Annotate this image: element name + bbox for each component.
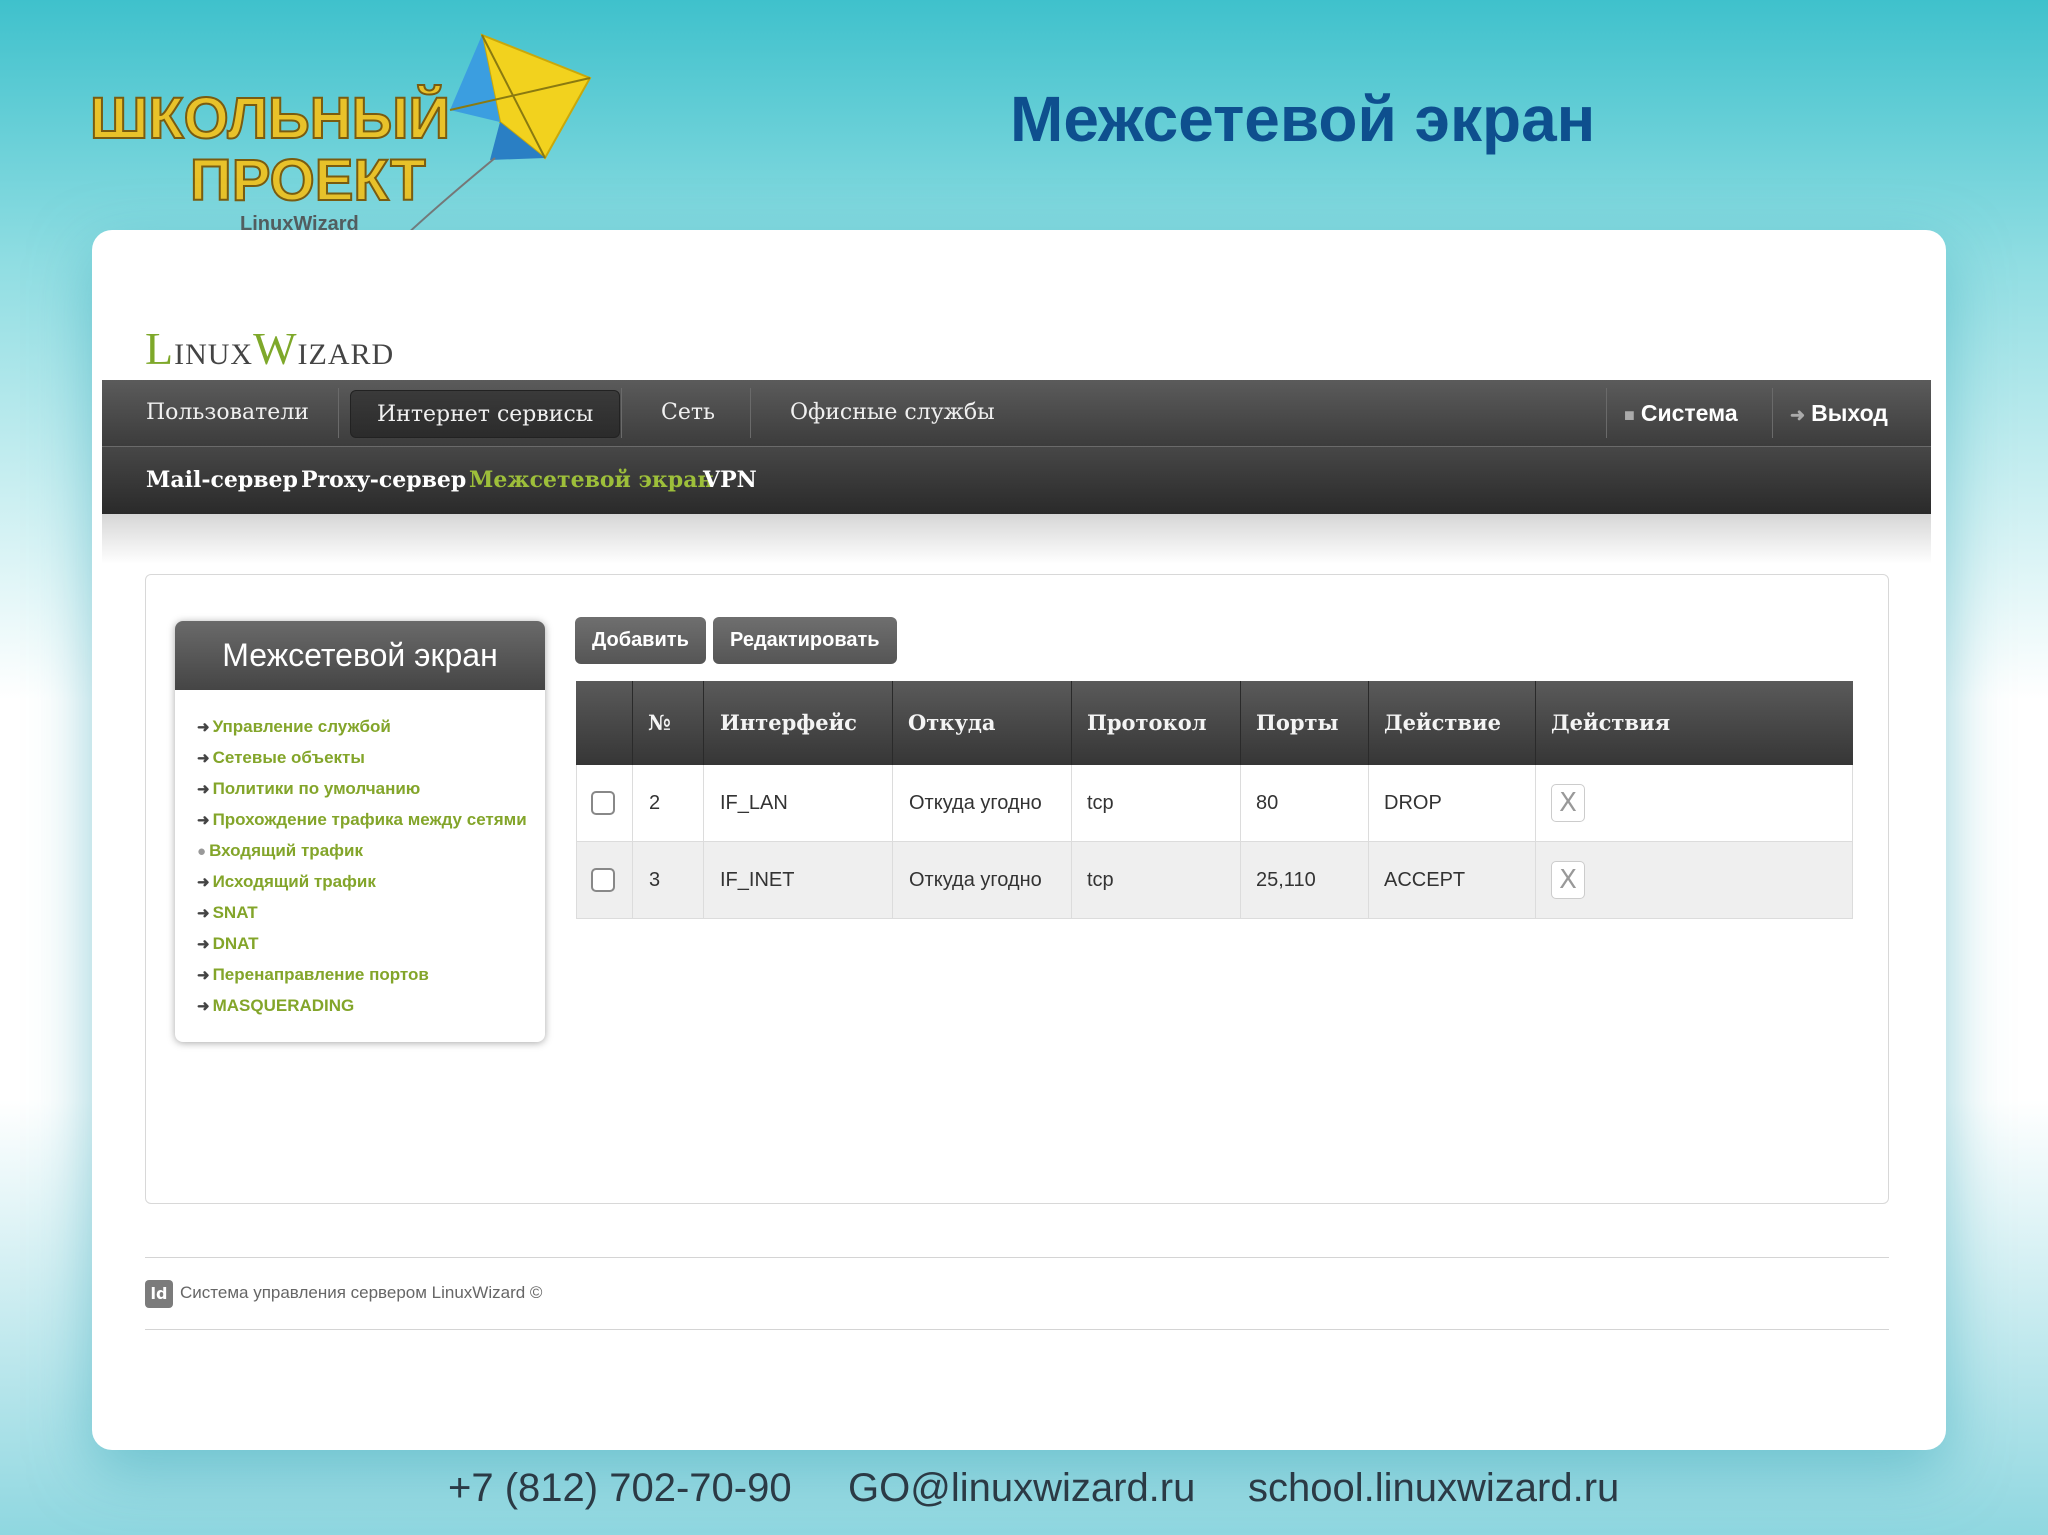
subnav-item-vpn[interactable]: VPN bbox=[703, 447, 757, 515]
col-header-interface[interactable]: Интерфейс bbox=[720, 681, 857, 765]
col-header-ports[interactable]: Порты bbox=[1256, 681, 1339, 765]
sub-nav: Mail-сервер Proxy-сервер Межсетевой экра… bbox=[102, 446, 1931, 514]
cell-interface: IF_LAN bbox=[720, 792, 788, 814]
rules-table: № Интерфейс Откуда Протокол Порты Действ… bbox=[576, 681, 1853, 919]
main-nav: Пользователи Интернет сервисы Сеть Офисн… bbox=[102, 380, 1931, 446]
footer-copyright: Система управления сервером LinuxWizard … bbox=[180, 1283, 543, 1302]
arrow-icon: ➜ bbox=[197, 874, 210, 891]
col-header-actions[interactable]: Действия bbox=[1551, 681, 1670, 765]
add-button[interactable]: Добавить bbox=[575, 617, 706, 664]
table-row: 3 IF_INET Откуда угодно tcp 25,110 ACCEP… bbox=[576, 842, 1853, 919]
col-header-number[interactable]: № bbox=[648, 681, 671, 765]
nav-item-users[interactable]: Пользователи bbox=[146, 380, 309, 446]
subnav-item-firewall[interactable]: Межсетевой экран bbox=[469, 447, 714, 515]
sidebar-item-service-control[interactable]: ➜ Управление службой bbox=[197, 711, 545, 742]
cell-from: Откуда угодно bbox=[909, 792, 1042, 814]
sidebar-title: Межсетевой экран bbox=[175, 621, 545, 690]
cell-action: DROP bbox=[1384, 792, 1442, 814]
cell-ports: 80 bbox=[1256, 792, 1279, 814]
arrow-icon: ➜ bbox=[197, 905, 210, 922]
delete-rule-button[interactable]: X bbox=[1551, 784, 1585, 822]
table-header: № Интерфейс Откуда Протокол Порты Действ… bbox=[576, 681, 1853, 765]
sidebar-item-default-policies[interactable]: ➜ Политики по умолчанию bbox=[197, 773, 545, 804]
sidebar-item-masquerading[interactable]: ➜ MASQUERADING bbox=[197, 990, 545, 1021]
system-menu[interactable]: ■ Система bbox=[1624, 380, 1738, 446]
sidebar-item-snat[interactable]: ➜ SNAT bbox=[197, 897, 545, 928]
subnav-item-mail[interactable]: Mail-сервер bbox=[146, 447, 298, 515]
contact-site: school.linuxwizard.ru bbox=[1248, 1466, 1620, 1510]
cell-protocol: tcp bbox=[1087, 869, 1114, 891]
cell-from: Откуда угодно bbox=[909, 869, 1042, 891]
sidebar-item-outgoing-traffic[interactable]: ➜ Исходящий трафик bbox=[197, 866, 545, 897]
cell-action: ACCEPT bbox=[1384, 869, 1466, 891]
contact-phone: +7 (812) 702-70-90 bbox=[448, 1466, 792, 1510]
sidebar-item-port-forwarding[interactable]: ➜ Перенаправление портов bbox=[197, 959, 545, 990]
slide-title: Межсетевой экран bbox=[1010, 83, 1596, 155]
logout-arrow-icon: ➜ bbox=[1790, 405, 1806, 425]
arrow-icon: ➜ bbox=[197, 812, 210, 829]
bullet-dot-icon: ● bbox=[197, 843, 207, 860]
cell-number: 3 bbox=[649, 869, 661, 891]
nav-item-office-services[interactable]: Офисные службы bbox=[790, 380, 995, 446]
nav-item-network[interactable]: Сеть bbox=[661, 380, 715, 446]
row-checkbox[interactable] bbox=[591, 791, 615, 815]
contact-email: GO@linuxwizard.ru bbox=[848, 1466, 1196, 1510]
subnav-item-proxy[interactable]: Proxy-сервер bbox=[301, 447, 466, 515]
linuxwizard-logo[interactable]: LINUXWIZARD bbox=[145, 322, 394, 375]
sidebar-item-incoming-traffic[interactable]: ● Входящий трафик bbox=[197, 835, 545, 866]
sidebar: Межсетевой экран ➜ Управление службой ➜ Се… bbox=[175, 621, 545, 1042]
school-logo-line2: ПРОЕКТ bbox=[190, 148, 426, 213]
row-checkbox[interactable] bbox=[591, 868, 615, 892]
cell-protocol: tcp bbox=[1087, 792, 1114, 814]
sidebar-item-dnat[interactable]: ➜ DNAT bbox=[197, 928, 545, 959]
table-row: 2 IF_LAN Откуда угодно tcp 80 DROP X bbox=[576, 765, 1853, 842]
cell-ports: 25,110 bbox=[1256, 869, 1316, 891]
arrow-icon: ➜ bbox=[197, 998, 210, 1015]
col-header-protocol[interactable]: Протокол bbox=[1087, 681, 1207, 765]
col-header-from[interactable]: Откуда bbox=[908, 681, 996, 765]
user-icon: ■ bbox=[1624, 405, 1635, 425]
arrow-icon: ➜ bbox=[197, 936, 210, 953]
logout-button[interactable]: ➜ Выход bbox=[1790, 380, 1888, 446]
arrow-icon: ➜ bbox=[197, 781, 210, 798]
cell-interface: IF_INET bbox=[720, 869, 795, 891]
col-header-action[interactable]: Действие bbox=[1384, 681, 1501, 765]
arrow-icon: ➜ bbox=[197, 719, 210, 736]
nav-item-internet-services[interactable]: Интернет сервисы bbox=[350, 390, 621, 438]
school-logo-line1: ШКОЛЬНЫЙ bbox=[90, 86, 450, 151]
arrow-icon: ➜ bbox=[197, 967, 210, 984]
sidebar-item-forward-traffic[interactable]: ➜ Прохождение трафика между сетями bbox=[197, 804, 545, 835]
linuxwizard-small-logo-icon: ld bbox=[145, 1280, 173, 1308]
sidebar-item-network-objects[interactable]: ➜ Сетевые объекты bbox=[197, 742, 545, 773]
delete-rule-button[interactable]: X bbox=[1551, 861, 1585, 899]
cell-number: 2 bbox=[649, 792, 661, 814]
edit-button[interactable]: Редактировать bbox=[713, 617, 897, 664]
arrow-icon: ➜ bbox=[197, 750, 210, 767]
